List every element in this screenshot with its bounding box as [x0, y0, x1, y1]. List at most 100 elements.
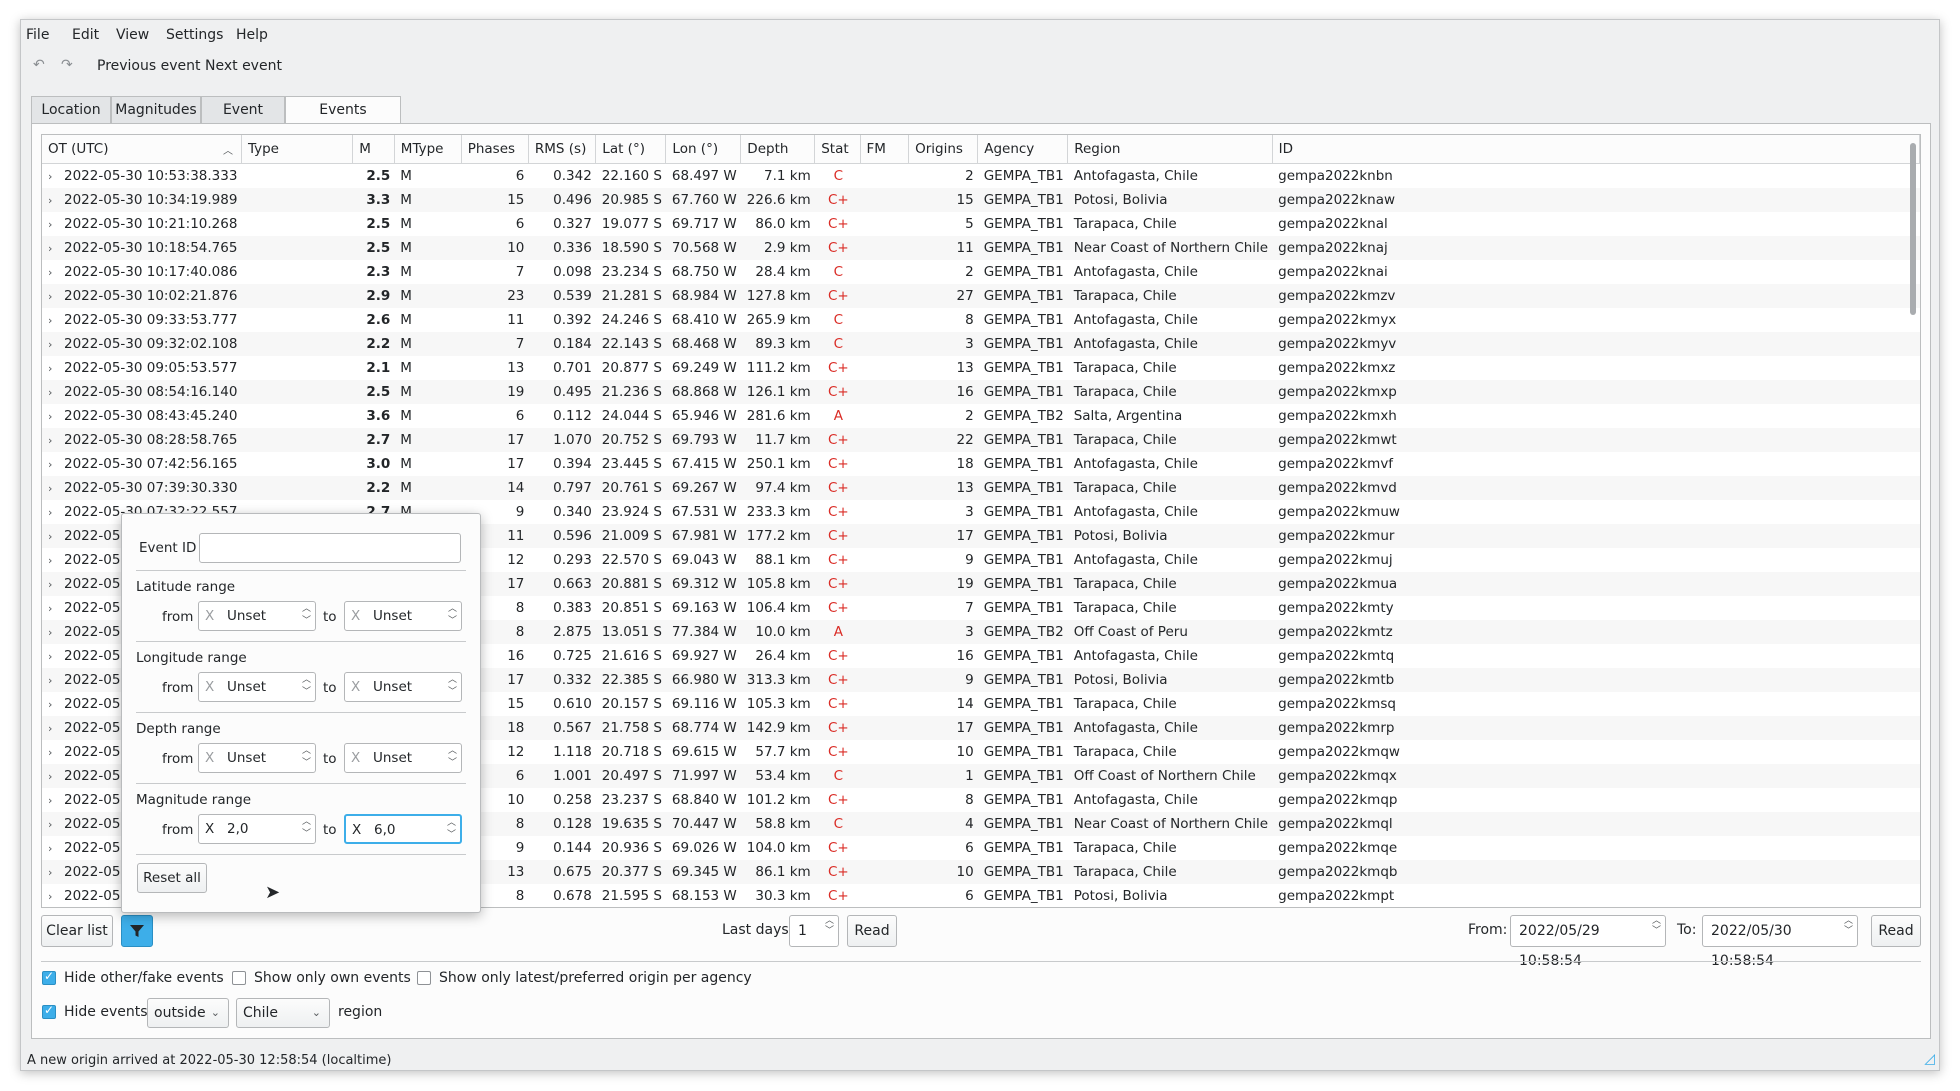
menu-file[interactable]: File	[26, 27, 49, 43]
column-header[interactable]: Phases	[461, 135, 529, 164]
expand-chevron-icon[interactable]: ›	[48, 626, 64, 639]
expand-chevron-icon[interactable]: ›	[48, 362, 64, 375]
clear-x-icon[interactable]: X	[351, 744, 360, 772]
hide-events-checkbox[interactable]	[42, 1003, 56, 1019]
column-header[interactable]: Depth	[740, 135, 816, 164]
table-row[interactable]: › 2022-05-30 08:28:58.765 2.7 M 17 1.070 20.75…	[42, 427, 1920, 452]
expand-chevron-icon[interactable]: ›	[48, 554, 64, 567]
column-header[interactable]: Type	[241, 135, 354, 164]
expand-chevron-icon[interactable]: ›	[48, 194, 64, 207]
clear-x-icon[interactable]: X	[352, 816, 361, 844]
only-latest-checkbox[interactable]	[417, 971, 431, 985]
next-event-button[interactable]: Next event	[205, 58, 282, 74]
column-header[interactable]: M	[352, 135, 395, 164]
column-header[interactable]: Region	[1067, 135, 1273, 164]
table-row[interactable]: › 2022-05-30 10:21:10.268 2.5 M 6 0.327 19.077…	[42, 212, 1920, 236]
previous-arrow-icon[interactable]: ↶	[33, 57, 45, 73]
resize-grip-icon[interactable]: ◿	[1924, 1051, 1935, 1067]
column-header[interactable]: Lat (°)	[595, 135, 667, 164]
spin-arrows-icon[interactable]: ︿ ﹀	[448, 745, 457, 769]
latitude-from-field[interactable]: X Unset ︿ ﹀	[198, 601, 316, 631]
clear-x-icon[interactable]: X	[205, 673, 214, 701]
expand-chevron-icon[interactable]: ›	[48, 842, 64, 855]
table-row[interactable]: › 2022-05-30 09:33:53.777 2.6 M 11 0.392 24.24…	[42, 308, 1920, 332]
filter-button[interactable]	[121, 915, 153, 947]
column-header[interactable]: MType	[394, 135, 462, 164]
expand-chevron-icon[interactable]: ›	[48, 434, 64, 447]
next-arrow-icon[interactable]: ↷	[61, 57, 73, 73]
table-row[interactable]: › 2022-05-30 07:39:30.330 2.2 M 14 0.797 20.76…	[42, 475, 1920, 500]
expand-chevron-icon[interactable]: ›	[48, 290, 64, 303]
column-header[interactable]: ID	[1272, 135, 1920, 164]
spin-arrows-icon[interactable]: ︿ ﹀	[302, 745, 311, 769]
expand-chevron-icon[interactable]: ›	[48, 218, 64, 231]
menu-help[interactable]: Help	[236, 27, 268, 43]
region-select[interactable]: Chile ⌄	[236, 998, 330, 1028]
menu-view[interactable]: View	[116, 27, 149, 43]
spin-arrows-icon[interactable]: ︿ ﹀	[447, 817, 456, 841]
expand-chevron-icon[interactable]: ›	[48, 722, 64, 735]
clear-list-button[interactable]: Clear list	[41, 915, 113, 947]
column-header[interactable]: Lon (°)	[665, 135, 742, 164]
expand-chevron-icon[interactable]: ›	[48, 794, 64, 807]
table-row[interactable]: › 2022-05-30 10:02:21.876 2.9 M 23 0.539 21.28…	[42, 283, 1920, 308]
table-row[interactable]: › 2022-05-30 08:54:16.140 2.5 M 19 0.495 21.23…	[42, 379, 1920, 404]
event-id-input[interactable]	[199, 533, 461, 563]
menu-settings[interactable]: Settings	[166, 27, 223, 43]
tab-magnitudes[interactable]: Magnitudes	[111, 96, 201, 123]
table-row[interactable]: › 2022-05-30 09:32:02.108 2.2 M 7 0.184 22.143…	[42, 331, 1920, 356]
longitude-from-field[interactable]: X Unset ︿ ﹀	[198, 672, 316, 702]
tab-events[interactable]: Events (131/154)	[285, 96, 401, 144]
only-own-checkbox[interactable]	[232, 971, 246, 985]
column-header[interactable]: FM	[860, 135, 910, 164]
spin-arrows-icon[interactable]: ︿ ﹀	[448, 603, 457, 627]
table-row[interactable]: › 2022-05-30 10:53:38.333 2.5 M 6 0.342 22.160…	[42, 164, 1920, 188]
expand-chevron-icon[interactable]: ›	[48, 770, 64, 783]
table-row[interactable]: › 2022-05-30 10:34:19.989 3.3 M 15 0.496 20.98…	[42, 187, 1920, 212]
spin-arrows-icon[interactable]: ︿ ﹀	[1844, 916, 1853, 936]
expand-chevron-icon[interactable]: ›	[48, 530, 64, 543]
expand-chevron-icon[interactable]: ›	[48, 410, 64, 423]
spin-arrows-icon[interactable]: ︿ ﹀	[448, 674, 457, 698]
column-header[interactable]: Stat	[814, 135, 861, 164]
spin-arrows-icon[interactable]: ︿ ﹀	[302, 674, 311, 698]
expand-chevron-icon[interactable]: ›	[48, 242, 64, 255]
expand-chevron-icon[interactable]: ›	[48, 698, 64, 711]
column-header[interactable]: Agency	[977, 135, 1069, 164]
table-row[interactable]: › 2022-05-30 07:42:56.165 3.0 M 17 0.394 23.44…	[42, 452, 1920, 476]
clear-x-icon[interactable]: X	[205, 602, 214, 630]
longitude-to-field[interactable]: X Unset ︿ ﹀	[344, 672, 462, 702]
expand-chevron-icon[interactable]: ›	[48, 314, 64, 327]
read-range-button[interactable]: Read	[1871, 915, 1921, 947]
table-row[interactable]: › 2022-05-30 08:43:45.240 3.6 M 6 0.112 24.044…	[42, 404, 1920, 428]
depth-to-field[interactable]: X Unset ︿ ﹀	[344, 743, 462, 773]
expand-chevron-icon[interactable]: ›	[48, 890, 64, 903]
hide-fake-checkbox[interactable]	[42, 969, 56, 985]
depth-from-field[interactable]: X Unset ︿ ﹀	[198, 743, 316, 773]
menu-edit[interactable]: Edit	[72, 27, 99, 43]
column-header[interactable]: RMS (s)	[528, 135, 597, 164]
magnitude-from-field[interactable]: X 2,0 ︿ ﹀	[198, 814, 316, 844]
expand-chevron-icon[interactable]: ›	[48, 674, 64, 687]
expand-chevron-icon[interactable]: ›	[48, 818, 64, 831]
clear-x-icon[interactable]: X	[205, 744, 214, 772]
clear-x-icon[interactable]: X	[351, 602, 360, 630]
spin-arrows-icon[interactable]: ︿ ﹀	[302, 816, 311, 840]
spin-arrows-icon[interactable]: ︿ ﹀	[1652, 916, 1661, 936]
clear-x-icon[interactable]: X	[351, 673, 360, 701]
expand-chevron-icon[interactable]: ›	[48, 458, 64, 471]
region-mode-select[interactable]: outside ⌄	[147, 998, 229, 1028]
reset-all-button[interactable]: Reset all	[137, 863, 207, 893]
table-row[interactable]: › 2022-05-30 10:18:54.765 2.5 M 10 0.336 18.59…	[42, 235, 1920, 260]
column-header[interactable]: Origins	[908, 135, 979, 164]
expand-chevron-icon[interactable]: ›	[48, 650, 64, 663]
previous-event-button[interactable]: Previous event	[97, 58, 201, 74]
expand-chevron-icon[interactable]: ›	[48, 266, 64, 279]
expand-chevron-icon[interactable]: ›	[48, 602, 64, 615]
table-row[interactable]: › 2022-05-30 10:17:40.086 2.3 M 7 0.098 23.234…	[42, 260, 1920, 284]
expand-chevron-icon[interactable]: ›	[48, 386, 64, 399]
expand-chevron-icon[interactable]: ›	[48, 746, 64, 759]
spin-arrows-icon[interactable]: ︿ ﹀	[825, 916, 834, 936]
tab-location[interactable]: Location	[31, 96, 111, 123]
latitude-to-field[interactable]: X Unset ︿ ﹀	[344, 601, 462, 631]
